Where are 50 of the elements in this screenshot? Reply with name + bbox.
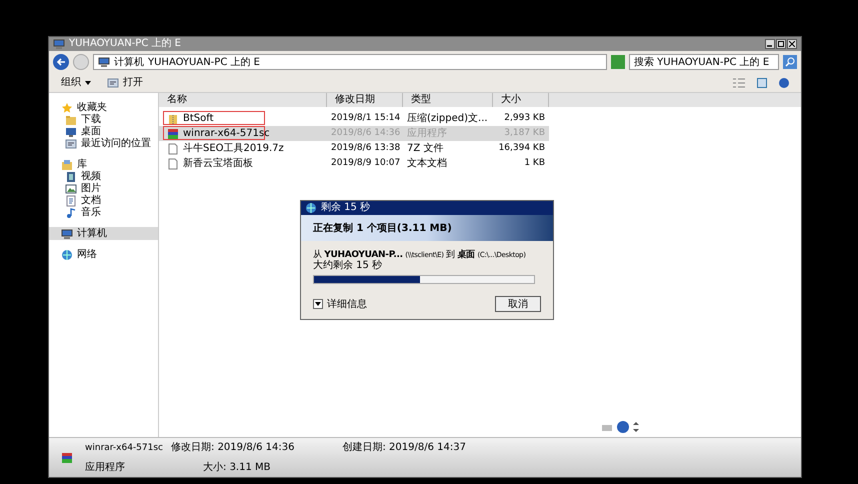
table-cell-text: 3,187 KB [503, 126, 546, 140]
open-button[interactable]: 打开 [107, 75, 143, 90]
sidebar-item[interactable]: 计算机 [49, 227, 158, 240]
file-row[interactable]: BtSoft 2019/8/1 15:14 压缩(zipped)文... 2,993 KB [159, 111, 549, 126]
file-name: BtSoft [183, 112, 214, 126]
sidebar-item[interactable]: 文档 [49, 195, 158, 207]
column-header[interactable]: 修改日期 [327, 93, 403, 107]
table-cell-text: 1 KB [523, 156, 546, 170]
sidebar-item[interactable]: 库 [49, 158, 158, 171]
table-cell-text: 2,993 KB [503, 112, 546, 125]
file-row[interactable]: 斗牛SEO工具2019.7z 2019/8/6 13:38 7Z 文件 16,394 KB [159, 141, 549, 156]
detail-text: 应用程序 [85, 460, 126, 475]
time-remaining-text: 大约剩余 15 秒 [313, 261, 384, 271]
detail-text: winrar-x64-571sc [85, 442, 163, 456]
file-row[interactable]: 新香云宝塔面板 2019/8/9 10:07 文本文档 1 KB [159, 156, 549, 171]
file-name: 斗牛SEO工具2019.7z [183, 142, 284, 156]
table-cell-text: 2019/8/1 15:14 [330, 112, 402, 125]
table-cell-text: 应用程序 [406, 126, 448, 141]
breadcrumb[interactable]: YUHAOYUAN-PC 上的 E [148, 54, 260, 70]
address-bar[interactable]: 计算机 YUHAOYUAN-PC 上的 E [93, 54, 607, 70]
sidebar-item[interactable]: 视频 [49, 171, 158, 183]
table-cell-text: 压缩(zipped)文... [406, 112, 489, 126]
dialog-heading: 正在复制 1 个项目(3.11 MB) [313, 222, 452, 236]
search-field[interactable]: 搜索 YUHAOYUAN-PC 上的 E [629, 54, 779, 70]
table-cell-text: 文本文档 [406, 156, 448, 171]
sidebar-item[interactable]: 收藏夹 [49, 101, 158, 114]
organize-menu[interactable]: 组织 [61, 75, 91, 90]
breadcrumb[interactable]: 计算机 [114, 54, 144, 70]
sidebar-item[interactable]: 下载 [49, 114, 158, 126]
table-cell-text: 2019/8/6 13:38 [330, 142, 402, 155]
sidebar-item[interactable]: 网络 [49, 248, 158, 261]
column-header[interactable]: 名称 [159, 93, 327, 107]
detail-text: 大小: 3.11 MB [202, 460, 272, 475]
sidebar-item[interactable]: 图片 [49, 183, 158, 195]
details-toggle[interactable]: 详细信息 [313, 296, 367, 312]
table-cell-text: 16,394 KB [498, 142, 546, 155]
column-header[interactable]: 大小 [493, 93, 549, 107]
cancel-button[interactable]: 取消 [495, 296, 541, 312]
table-cell-text: 7Z 文件 [406, 142, 444, 156]
sidebar-item[interactable]: 最近访问的位置 [49, 138, 158, 150]
dialog-title: 剩余 15 秒 [321, 203, 370, 213]
detail-text: 创建日期: 2019/8/6 14:37 [341, 440, 466, 456]
sidebar-item[interactable]: 音乐 [49, 207, 158, 219]
table-cell-text: 2019/8/9 10:07 [330, 156, 402, 170]
sidebar-item[interactable]: 桌面 [49, 126, 158, 138]
table-cell-text: 2019/8/6 14:36 [330, 126, 402, 140]
detail-text: 修改日期: 2019/8/6 14:36 [171, 440, 294, 456]
window-title: YUHAOYUAN-PC 上的 E [69, 39, 181, 49]
file-name: 新香云宝塔面板 [183, 156, 253, 171]
column-header[interactable]: 类型 [403, 93, 493, 107]
